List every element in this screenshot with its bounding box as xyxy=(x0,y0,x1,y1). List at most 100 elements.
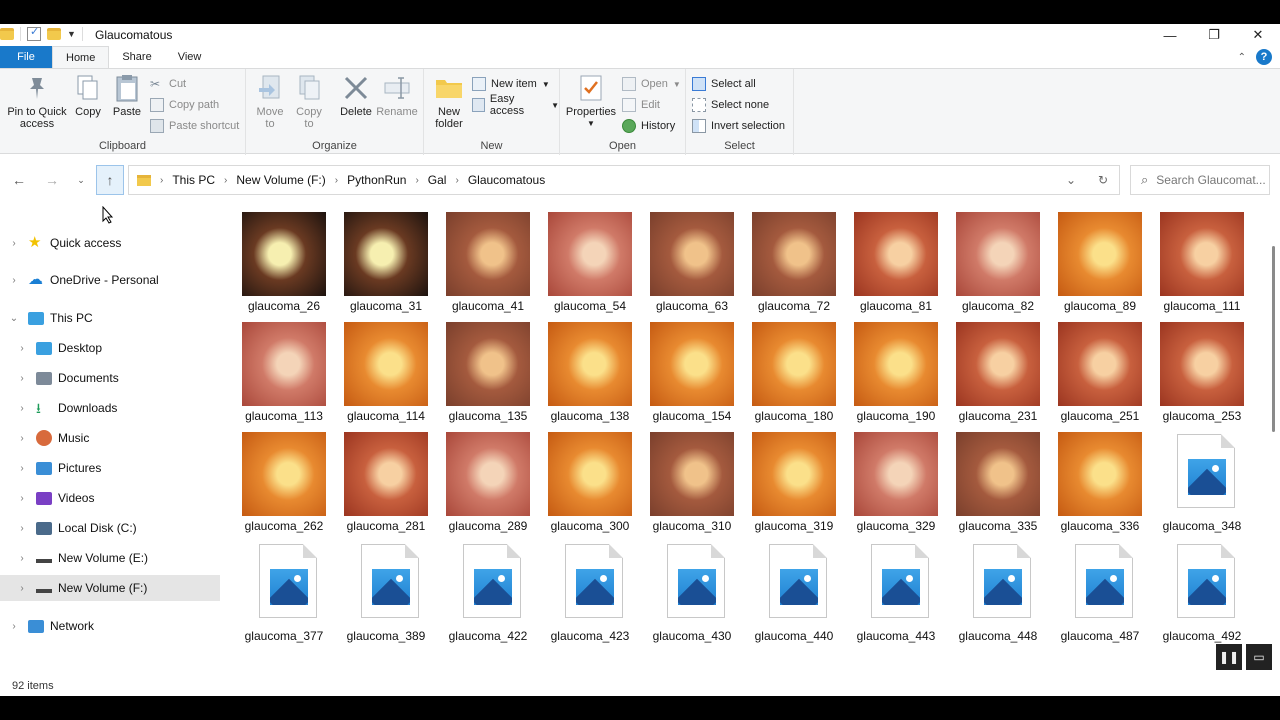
sidebar-item-new-volume-e[interactable]: › New Volume (E:) xyxy=(0,545,220,571)
file-item[interactable]: glaucoma_138 xyxy=(538,320,638,428)
properties-button[interactable]: Properties ▼ xyxy=(564,73,618,130)
breadcrumb-new-volume[interactable]: New Volume (F:) xyxy=(236,173,325,187)
sidebar-item-new-volume-f[interactable]: › New Volume (F:) xyxy=(0,575,220,601)
file-item[interactable]: glaucoma_389 xyxy=(334,540,434,648)
pause-icon[interactable]: ❚❚ xyxy=(1216,644,1242,670)
sidebar-item-music[interactable]: › Music xyxy=(0,425,220,451)
file-item[interactable]: glaucoma_135 xyxy=(436,320,536,428)
file-item[interactable]: glaucoma_81 xyxy=(844,210,944,318)
file-item[interactable]: glaucoma_336 xyxy=(1048,430,1148,538)
search-box[interactable]: ⌕ Search Glaucomat... xyxy=(1130,165,1270,195)
move-to-button[interactable]: Move to xyxy=(254,73,286,130)
pin-to-quick-access-button[interactable]: Pin to Quick access xyxy=(4,73,70,130)
file-item[interactable]: glaucoma_72 xyxy=(742,210,842,318)
file-item[interactable]: glaucoma_319 xyxy=(742,430,842,538)
file-item[interactable]: glaucoma_63 xyxy=(640,210,740,318)
breadcrumb-this-pc[interactable]: This PC xyxy=(172,173,215,187)
file-item[interactable]: glaucoma_111 xyxy=(1150,210,1250,318)
copy-to-button[interactable]: Copy to xyxy=(293,73,325,130)
chevron-right-icon[interactable]: › xyxy=(8,275,20,286)
file-item[interactable]: glaucoma_253 xyxy=(1150,320,1250,428)
new-folder-button[interactable]: New folder xyxy=(430,73,468,130)
chevron-down-icon[interactable]: ⌄ xyxy=(8,313,20,324)
rename-button[interactable]: Rename xyxy=(376,73,418,118)
chevron-right-icon[interactable]: › xyxy=(16,583,28,594)
delete-button[interactable]: Delete xyxy=(338,73,374,118)
sidebar-item-local-disk-c[interactable]: › Local Disk (C:) xyxy=(0,515,220,541)
close-button[interactable]: ✕ xyxy=(1236,24,1280,46)
file-item[interactable]: glaucoma_422 xyxy=(436,540,536,648)
new-item-button[interactable]: New item ▼ xyxy=(472,75,550,93)
open-button[interactable]: Open ▼ xyxy=(622,75,681,93)
new-folder-icon[interactable] xyxy=(47,28,61,40)
collapse-ribbon-icon[interactable]: ⌃ xyxy=(1238,52,1246,63)
chevron-right-icon[interactable]: › xyxy=(16,523,28,534)
file-item[interactable]: glaucoma_443 xyxy=(844,540,944,648)
sidebar-item-desktop[interactable]: › Desktop xyxy=(0,335,220,361)
file-item[interactable]: glaucoma_440 xyxy=(742,540,842,648)
chevron-right-icon[interactable]: › xyxy=(8,621,20,632)
sidebar-item-onedrive-personal[interactable]: › ☁ OneDrive - Personal xyxy=(0,267,220,293)
picture-in-picture-icon[interactable]: ▭ xyxy=(1246,644,1272,670)
chevron-right-icon[interactable]: › xyxy=(16,403,28,414)
file-item[interactable]: glaucoma_82 xyxy=(946,210,1046,318)
sidebar-item-downloads[interactable]: › ⭳ Downloads xyxy=(0,395,220,421)
customize-dropdown-icon[interactable]: ▼ xyxy=(67,29,76,39)
chevron-right-icon[interactable]: › xyxy=(415,175,418,186)
sidebar-item-quick-access[interactable]: › ★ Quick access xyxy=(0,230,220,256)
file-item[interactable]: glaucoma_54 xyxy=(538,210,638,318)
restore-button[interactable]: ❐ xyxy=(1192,24,1236,46)
file-item[interactable]: glaucoma_423 xyxy=(538,540,638,648)
tab-share[interactable]: Share xyxy=(109,46,164,68)
file-item[interactable]: glaucoma_300 xyxy=(538,430,638,538)
file-item[interactable]: glaucoma_190 xyxy=(844,320,944,428)
file-item[interactable]: glaucoma_41 xyxy=(436,210,536,318)
edit-button[interactable]: Edit xyxy=(622,96,660,114)
tab-home[interactable]: Home xyxy=(52,46,110,68)
file-item[interactable]: glaucoma_377 xyxy=(232,540,332,648)
breadcrumb-gal[interactable]: Gal xyxy=(428,173,447,187)
file-item[interactable]: glaucoma_348 xyxy=(1150,430,1250,538)
address-dropdown-icon[interactable]: ⌄ xyxy=(1055,166,1087,194)
file-item[interactable]: glaucoma_231 xyxy=(946,320,1046,428)
chevron-right-icon[interactable]: › xyxy=(224,175,227,186)
up-button[interactable]: ↑ xyxy=(96,165,124,195)
sidebar-item-network[interactable]: › Network xyxy=(0,613,220,639)
file-item[interactable]: glaucoma_89 xyxy=(1048,210,1148,318)
file-item[interactable]: glaucoma_492 xyxy=(1150,540,1250,648)
file-item[interactable]: glaucoma_26 xyxy=(232,210,332,318)
tab-view[interactable]: View xyxy=(165,46,215,68)
chevron-right-icon[interactable]: › xyxy=(16,493,28,504)
vertical-scrollbar[interactable] xyxy=(1264,210,1280,680)
file-item[interactable]: glaucoma_180 xyxy=(742,320,842,428)
easy-access-button[interactable]: Easy access ▼ xyxy=(472,93,559,117)
sidebar-item-this-pc[interactable]: ⌄ This PC xyxy=(0,305,220,331)
forward-button[interactable]: → xyxy=(41,170,63,190)
file-item[interactable]: glaucoma_329 xyxy=(844,430,944,538)
file-item[interactable]: glaucoma_448 xyxy=(946,540,1046,648)
chevron-right-icon[interactable]: › xyxy=(16,373,28,384)
chevron-right-icon[interactable]: › xyxy=(335,175,338,186)
file-item[interactable]: glaucoma_154 xyxy=(640,320,740,428)
scrollbar-thumb[interactable] xyxy=(1272,246,1275,432)
chevron-right-icon[interactable]: › xyxy=(16,463,28,474)
chevron-right-icon[interactable]: › xyxy=(16,553,28,564)
sidebar-item-pictures[interactable]: › Pictures xyxy=(0,455,220,481)
select-all-button[interactable]: Select all xyxy=(692,75,756,93)
cut-button[interactable]: ✂ Cut xyxy=(150,75,186,93)
copy-button[interactable]: Copy xyxy=(72,73,104,118)
paste-button[interactable]: Paste xyxy=(110,73,144,118)
file-item[interactable]: glaucoma_31 xyxy=(334,210,434,318)
minimize-button[interactable]: — xyxy=(1148,24,1192,46)
sidebar-item-videos[interactable]: › Videos xyxy=(0,485,220,511)
sidebar-item-documents[interactable]: › Documents xyxy=(0,365,220,391)
address-bar[interactable]: › This PC › New Volume (F:) › PythonRun … xyxy=(128,165,1120,195)
select-none-button[interactable]: Select none xyxy=(692,96,769,114)
recent-locations-button[interactable]: ⌄ xyxy=(70,170,92,190)
file-item[interactable]: glaucoma_335 xyxy=(946,430,1046,538)
paste-shortcut-button[interactable]: Paste shortcut xyxy=(150,117,239,135)
file-item[interactable]: glaucoma_262 xyxy=(232,430,332,538)
invert-selection-button[interactable]: Invert selection xyxy=(692,117,785,135)
help-icon[interactable]: ? xyxy=(1256,49,1272,65)
back-button[interactable]: ← xyxy=(8,170,30,190)
